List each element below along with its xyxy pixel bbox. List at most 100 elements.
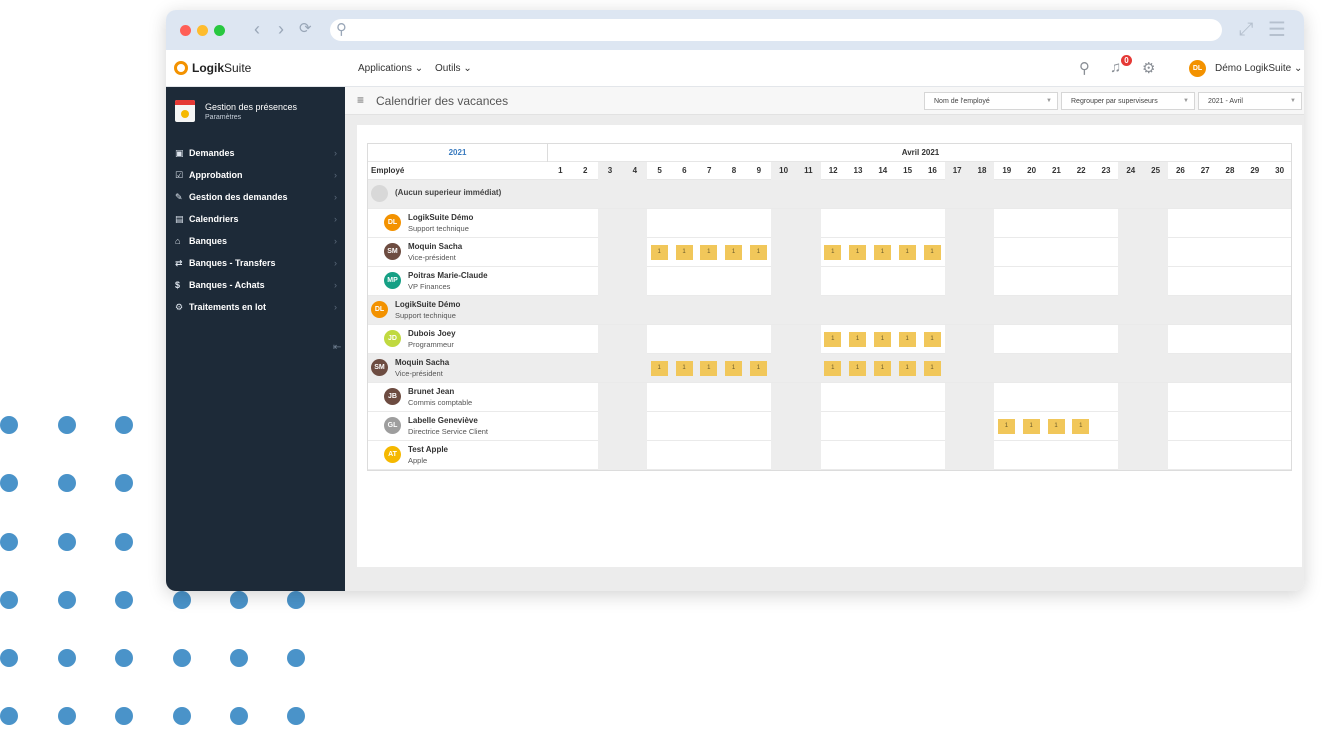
weekend-cell bbox=[1118, 238, 1144, 267]
sidebar-item-2[interactable]: ✎ Gestion des demandes › bbox=[175, 192, 340, 208]
employee-row[interactable]: SM Moquin Sacha Vice-président 1 1 1 1 1 1 1 1 1 1 bbox=[368, 238, 1291, 267]
vacation-day-cell[interactable]: 1 bbox=[675, 361, 693, 376]
vacation-day-cell[interactable]: 1 bbox=[749, 361, 767, 376]
vacation-day-cell[interactable]: 1 bbox=[1072, 419, 1090, 434]
sidebar-item-4[interactable]: ⌂ Banques › bbox=[175, 236, 340, 252]
address-bar[interactable]: ⚲ bbox=[330, 19, 1222, 41]
vacation-day-cell[interactable]: 1 bbox=[650, 361, 668, 376]
back-icon[interactable]: ‹ bbox=[254, 19, 260, 39]
sidebar-item-3[interactable]: ▤ Calendriers › bbox=[175, 214, 340, 230]
employee-row[interactable]: JD Dubois Joey Programmeur 1 1 1 1 1 bbox=[368, 325, 1291, 354]
minimize-window-button[interactable] bbox=[197, 25, 208, 36]
employee-row[interactable]: DL LogikSuite Démo Support technique bbox=[368, 209, 1291, 238]
sidebar-item-5[interactable]: ⇄ Banques - Transfers › bbox=[175, 258, 340, 274]
weekend-cell bbox=[597, 325, 623, 354]
employee-name: Moquin Sacha bbox=[395, 358, 450, 367]
vacation-day-cell[interactable]: 1 bbox=[849, 332, 867, 347]
day-header: 26 bbox=[1175, 166, 1185, 175]
chevron-right-icon: › bbox=[334, 170, 337, 180]
reload-icon[interactable]: ⟳ bbox=[299, 19, 312, 39]
content-toolbar: ≡ Calendrier des vacances Nom de l'emplo… bbox=[345, 87, 1304, 115]
vacation-day-cell[interactable]: 1 bbox=[700, 361, 718, 376]
sort-select[interactable]: Nom de l'employé ▼ bbox=[924, 92, 1058, 110]
day-header-row: Employé 1 2 3 4 5 6 7 8 9 10 11 12 13 14 15 16 17 18 19 20 2… bbox=[368, 162, 1291, 180]
decorative-dot bbox=[230, 707, 248, 725]
chevron-right-icon: › bbox=[334, 258, 337, 268]
decorative-dot bbox=[0, 707, 18, 725]
search-icon[interactable]: ⚲ bbox=[1079, 59, 1090, 77]
bell-icon[interactable]: ♫ bbox=[1110, 59, 1121, 76]
group-row[interactable]: DL LogikSuite Démo Support technique bbox=[368, 296, 1291, 325]
avatar bbox=[371, 185, 388, 202]
group-select[interactable]: Regrouper par superviseurs ▼ bbox=[1061, 92, 1195, 110]
vacation-day-cell[interactable]: 1 bbox=[700, 245, 718, 260]
chevron-right-icon: › bbox=[334, 236, 337, 246]
employee-role: Commis comptable bbox=[408, 398, 473, 407]
decorative-dot bbox=[230, 591, 248, 609]
browser-menu-icon[interactable]: ☰ bbox=[1268, 17, 1286, 42]
employee-row[interactable]: AT Test Apple Apple bbox=[368, 441, 1291, 470]
employee-row[interactable]: GL Labelle Geneviève Directrice Service Cl… bbox=[368, 412, 1291, 441]
forward-icon[interactable]: › bbox=[278, 19, 284, 39]
group-row[interactable]: SM Moquin Sacha Vice-président 1 1 1 1 1 1 1 1 1 1 bbox=[368, 354, 1291, 383]
vacation-day-cell[interactable]: 1 bbox=[923, 361, 941, 376]
vacation-day-cell[interactable]: 1 bbox=[923, 332, 941, 347]
period-select[interactable]: 2021 - Avril ▼ bbox=[1198, 92, 1302, 110]
weekend-cell bbox=[771, 238, 796, 267]
sidebar-item-7[interactable]: ⚙ Traitements en lot › bbox=[175, 302, 340, 318]
vacation-day-cell[interactable]: 1 bbox=[749, 245, 767, 260]
vacation-day-cell[interactable]: 1 bbox=[997, 419, 1015, 434]
vacation-day-cell[interactable]: 1 bbox=[873, 245, 891, 260]
day-header: 27 bbox=[1200, 166, 1210, 175]
vacation-day-cell[interactable]: 1 bbox=[725, 245, 743, 260]
collapse-sidebar-icon[interactable]: ⇤ bbox=[333, 342, 341, 353]
employee-row[interactable]: MP Poitras Marie-Claude VP Finances bbox=[368, 267, 1291, 296]
close-window-button[interactable] bbox=[180, 25, 191, 36]
user-menu[interactable]: Démo LogikSuite ⌄ bbox=[1215, 63, 1302, 74]
group-row[interactable]: (Aucun superieur immédiat) bbox=[368, 180, 1291, 209]
vacation-day-cell[interactable]: 1 bbox=[650, 245, 668, 260]
vacation-day-cell[interactable]: 1 bbox=[849, 245, 867, 260]
user-avatar[interactable]: DL bbox=[1189, 60, 1206, 77]
vacation-day-cell[interactable]: 1 bbox=[923, 245, 941, 260]
sidebar-title[interactable]: Gestion des présences bbox=[205, 102, 297, 112]
chevron-right-icon: › bbox=[334, 214, 337, 224]
user-name: Démo LogikSuite bbox=[1215, 63, 1292, 74]
vacation-day-cell[interactable]: 1 bbox=[898, 245, 916, 260]
employee-name: Test Apple bbox=[408, 445, 449, 454]
menu-toggle-icon[interactable]: ≡ bbox=[357, 93, 364, 107]
maximize-window-button[interactable] bbox=[214, 25, 225, 36]
day-header: 24 bbox=[1118, 162, 1144, 180]
vacation-day-cell[interactable]: 1 bbox=[675, 245, 693, 260]
vacation-day-cell[interactable]: 1 bbox=[1047, 419, 1065, 434]
vacation-day-cell[interactable]: 1 bbox=[849, 361, 867, 376]
employee-name: Poitras Marie-Claude bbox=[408, 271, 488, 280]
search-icon: ⚲ bbox=[336, 21, 347, 38]
chevron-right-icon: › bbox=[334, 192, 337, 202]
vacation-day-cell[interactable]: 1 bbox=[824, 332, 842, 347]
vacation-day-cell[interactable]: 1 bbox=[873, 361, 891, 376]
sidebar-item-6[interactable]: $ Banques - Achats › bbox=[175, 280, 340, 296]
vacation-day-cell[interactable]: 1 bbox=[898, 361, 916, 376]
sidebar-subtitle[interactable]: Paramètres bbox=[205, 114, 241, 121]
vacation-day-cell[interactable]: 1 bbox=[1022, 419, 1040, 434]
vacation-day-cell[interactable]: 1 bbox=[824, 245, 842, 260]
settings-gears-icon[interactable]: ⚙ bbox=[1142, 59, 1155, 77]
expand-icon[interactable]: ⤢ bbox=[1239, 19, 1253, 40]
day-header: 10 bbox=[771, 162, 796, 180]
sidebar-item-1[interactable]: ☑ Approbation › bbox=[175, 170, 340, 186]
vacation-day-cell[interactable]: 1 bbox=[725, 361, 743, 376]
applications-menu[interactable]: Applications ⌄ bbox=[358, 63, 423, 74]
vacation-day-cell[interactable]: 1 bbox=[824, 361, 842, 376]
employee-row[interactable]: JB Brunet Jean Commis comptable bbox=[368, 383, 1291, 412]
vacation-day-cell[interactable]: 1 bbox=[898, 332, 916, 347]
vacation-day-cell[interactable]: 1 bbox=[873, 332, 891, 347]
outils-menu[interactable]: Outils ⌄ bbox=[435, 63, 472, 74]
weekend-cell bbox=[622, 238, 648, 267]
weekend-cell bbox=[597, 209, 623, 238]
browser-window: ‹ › ⟳ ⚲ ⤢ ☰ LogikSuite Applications ⌄ Ou… bbox=[166, 10, 1304, 591]
logiksuite-logo-icon bbox=[174, 61, 188, 75]
brand-name[interactable]: LogikSuite bbox=[192, 61, 251, 75]
employee-role: VP Finances bbox=[408, 282, 451, 291]
sidebar-item-0[interactable]: ▣ Demandes › bbox=[175, 148, 340, 164]
